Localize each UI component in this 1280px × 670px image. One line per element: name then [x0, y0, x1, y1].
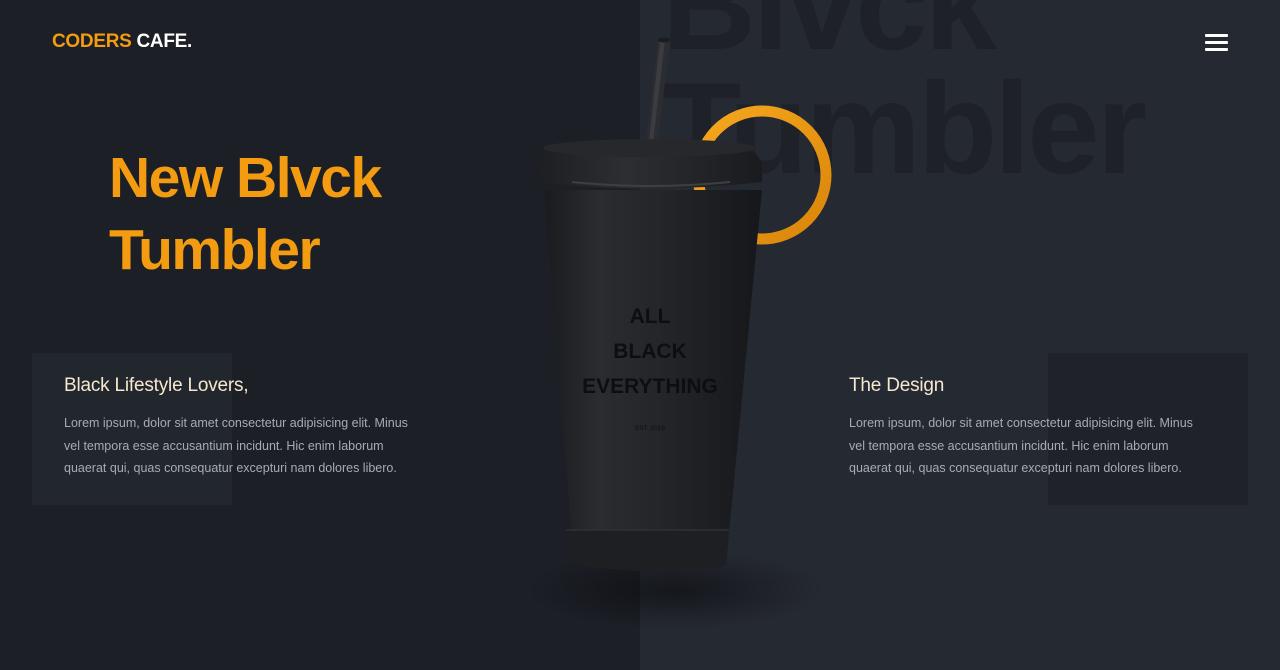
tumbler-print-line-1: ALL: [630, 305, 671, 328]
tumbler-product-image: ALL BLACK EVERYTHING EST. 2018: [500, 30, 860, 640]
design-section: The Design Lorem ipsum, dolor sit amet c…: [849, 374, 1209, 480]
tumbler-lid-top: [543, 139, 755, 157]
menu-bar-top: [1205, 34, 1228, 37]
hero-title-line-1: New Blvck: [109, 146, 382, 210]
lifestyle-description: Lorem ipsum, dolor sit amet consectetur …: [64, 416, 408, 475]
brand-name-accent: CODERS: [52, 31, 132, 52]
menu-bar-bottom: [1205, 48, 1228, 51]
tumbler-print-line-3: EVERYTHING: [582, 375, 718, 398]
tumbler-illustration: ALL BLACK EVERYTHING EST. 2018: [525, 37, 832, 630]
hamburger-menu-icon[interactable]: [1205, 34, 1228, 52]
tumbler-print-line-2: BLACK: [613, 340, 687, 363]
design-description: Lorem ipsum, dolor sit amet consectetur …: [849, 416, 1193, 475]
brand-logo[interactable]: CODERS CAFE.: [52, 31, 192, 53]
menu-bar-middle: [1205, 41, 1228, 44]
lifestyle-section: Black Lifestyle Lovers, Lorem ipsum, dol…: [64, 374, 424, 480]
hero-title-line-2: Tumbler: [109, 218, 321, 282]
tumbler-base: [566, 530, 729, 572]
hero-title: New Blvck Tumbler: [109, 142, 382, 286]
design-heading: The Design: [849, 375, 945, 396]
tumbler-print-small: EST. 2018: [635, 425, 665, 432]
lifestyle-heading: Black Lifestyle Lovers,: [64, 375, 249, 396]
brand-name-rest: CAFE.: [136, 31, 192, 52]
